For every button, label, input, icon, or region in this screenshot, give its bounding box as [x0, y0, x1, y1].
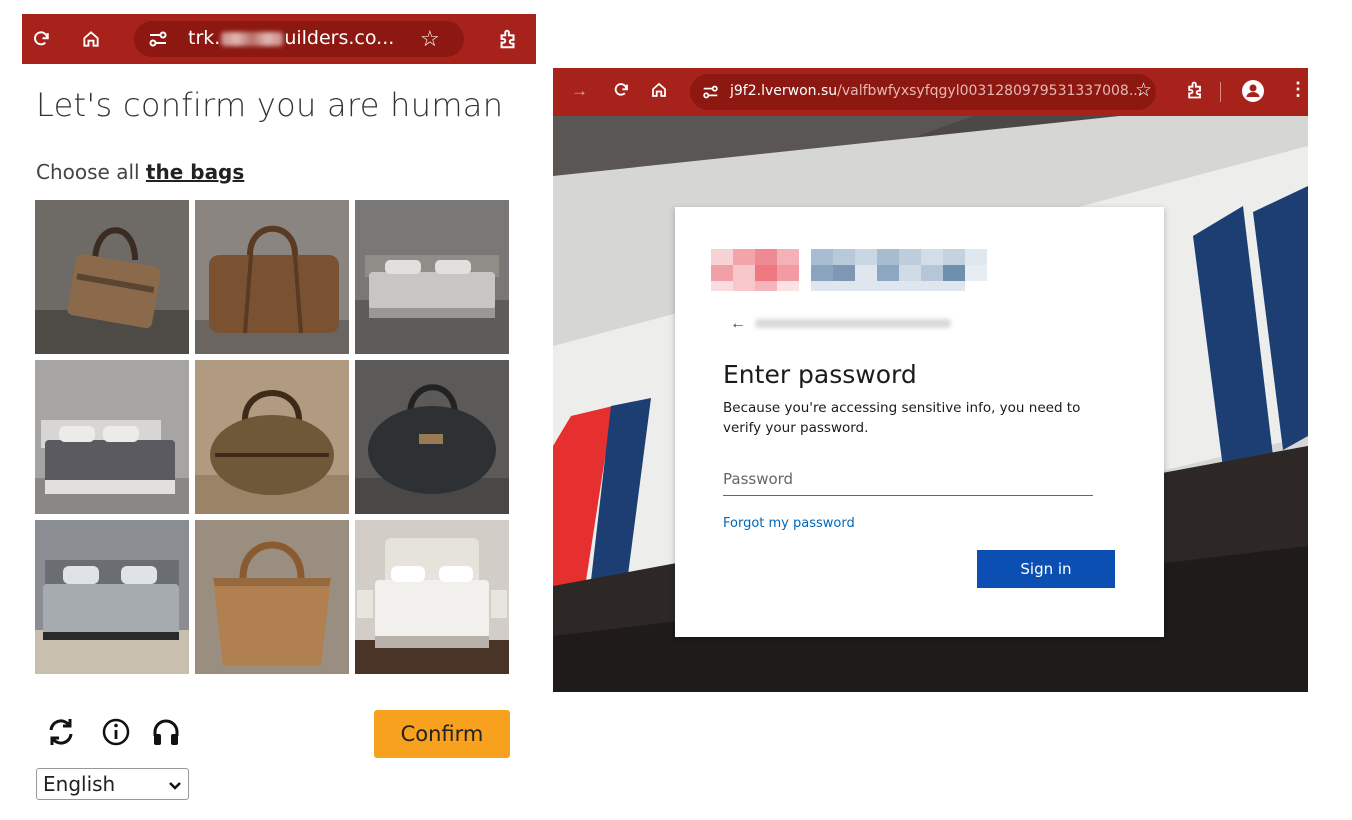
right-browser-toolbar: → j9f2.lverwon.su/valfbwfyxsyfqgyl003128… — [553, 68, 1308, 116]
redacted-logo-image — [711, 249, 987, 291]
more-menu-icon[interactable]: ⋮ — [1289, 79, 1307, 100]
back-arrow-icon[interactable]: ← — [730, 315, 746, 333]
refresh-icon[interactable] — [45, 716, 77, 748]
language-selected-value: English — [43, 772, 116, 796]
captcha-instruction: Choose all the bags — [36, 160, 244, 184]
star-icon[interactable]: ☆ — [420, 26, 440, 52]
url-redaction — [221, 31, 284, 46]
login-description: Because you're accessing sensitive info,… — [723, 400, 1081, 436]
extensions-icon[interactable] — [492, 14, 524, 64]
home-icon[interactable] — [76, 14, 106, 64]
captcha-tile-bed[interactable] — [35, 360, 189, 514]
site-info-icon[interactable] — [702, 84, 719, 105]
captcha-tile-bag[interactable] — [35, 200, 189, 354]
confirm-button[interactable]: Confirm — [374, 710, 510, 758]
address-bar[interactable]: j9f2.lverwon.su/valfbwfyxsyfqgyl00312809… — [690, 74, 1156, 110]
star-icon[interactable]: ☆ — [1135, 79, 1152, 102]
captcha-image-grid — [35, 200, 511, 676]
audio-headphones-icon[interactable] — [150, 716, 182, 748]
url-text: trk. uilders.co... — [188, 27, 395, 49]
profile-avatar-icon[interactable] — [1242, 80, 1264, 102]
captcha-tile-bed[interactable] — [35, 520, 189, 674]
reload-icon[interactable] — [26, 14, 56, 64]
sign-in-button[interactable]: Sign in — [977, 550, 1115, 588]
info-icon[interactable] — [100, 716, 132, 748]
captcha-tile-bag[interactable] — [355, 360, 509, 514]
instruction-target: the bags — [145, 160, 245, 184]
instruction-prefix: Choose all — [36, 160, 146, 184]
forward-icon[interactable]: → — [571, 81, 588, 101]
captcha-tile-bag[interactable] — [195, 360, 349, 514]
login-card: ← Enter password Because you're accessin… — [675, 207, 1164, 637]
reload-icon[interactable] — [613, 82, 629, 103]
captcha-title: Let's confirm you are human — [36, 86, 504, 124]
language-select[interactable]: English — [36, 768, 189, 800]
login-title: Enter password — [723, 360, 917, 389]
chevron-down-icon — [168, 772, 182, 796]
address-bar[interactable]: trk. uilders.co... ☆ — [134, 21, 464, 57]
password-field[interactable] — [723, 463, 1093, 496]
extensions-icon[interactable] — [1185, 80, 1205, 105]
site-info-icon[interactable] — [148, 30, 168, 53]
url-text: j9f2.lverwon.su/valfbwfyxsyfqgyl00312809… — [730, 83, 1143, 99]
captcha-tile-bed[interactable] — [355, 520, 509, 674]
captcha-tile-bag[interactable] — [195, 520, 349, 674]
forgot-password-link[interactable]: Forgot my password — [723, 516, 855, 531]
captcha-tile-bed[interactable] — [355, 200, 509, 354]
left-browser-toolbar: trk. uilders.co... ☆ — [22, 14, 536, 64]
redacted-email — [755, 319, 951, 328]
toolbar-divider — [1220, 82, 1221, 102]
right-browser-window: → j9f2.lverwon.su/valfbwfyxsyfqgyl003128… — [553, 68, 1308, 692]
home-icon[interactable] — [650, 81, 668, 104]
captcha-tile-bag[interactable] — [195, 200, 349, 354]
